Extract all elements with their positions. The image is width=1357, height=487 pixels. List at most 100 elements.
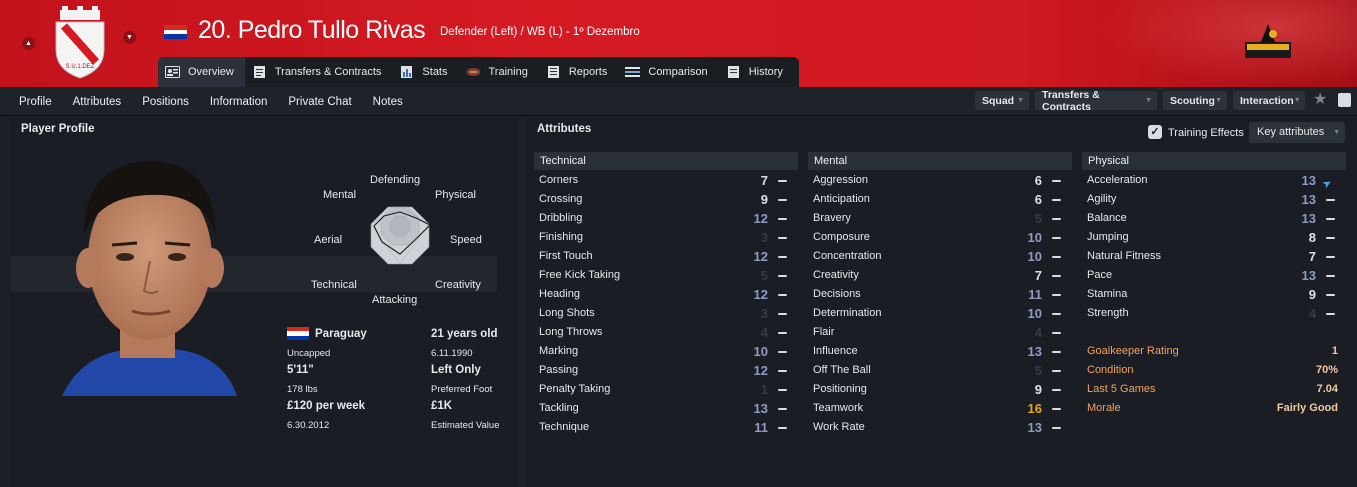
subnav-attributes[interactable]: Attributes [73,96,122,108]
trend-flat-icon [1052,370,1061,372]
attribute-row-teamwork[interactable]: Teamwork 16 [808,399,1072,418]
attribute-row-off-the-ball[interactable]: Off The Ball 5 [808,361,1072,380]
attribute-value: 12 [753,249,768,264]
trend-flat-icon [1052,408,1061,410]
summary-label: Condition [1087,364,1134,376]
attribute-row-technique[interactable]: Technique 11 [534,418,798,437]
attribute-row-work-rate[interactable]: Work Rate 13 [808,418,1072,437]
club-crest-icon[interactable]: S.U.1.DEZ [50,6,110,80]
attribute-row-creativity[interactable]: Creativity 7 [808,266,1072,285]
attribute-row-natural-fitness[interactable]: Natural Fitness 7 [1082,247,1346,266]
training-effects-checkbox[interactable]: ✓ [1148,125,1162,139]
interaction-dropdown[interactable]: Interaction ▼ [1233,91,1305,110]
attribute-row-bravery[interactable]: Bravery 5 [808,209,1072,228]
attribute-name: Finishing [539,231,584,243]
tab-reports[interactable]: Reports [539,57,619,87]
attribute-value: 7 [760,173,768,188]
attribute-row-long-shots[interactable]: Long Shots 3 [534,304,798,323]
attribute-row-agility[interactable]: Agility 13 [1082,190,1346,209]
summary-row-last-5-games: Last 5 Games 7.04 [1082,380,1346,399]
attribute-row-tackling[interactable]: Tackling 13 [534,399,798,418]
comparison-icon [625,67,641,77]
attribute-row-acceleration[interactable]: Acceleration 13 ➤ [1082,171,1346,192]
attribute-row-stamina[interactable]: Stamina 9 [1082,285,1346,304]
attribute-row-composure[interactable]: Composure 10 [808,228,1072,247]
attribute-row-aggression[interactable]: Aggression 6 [808,171,1072,190]
tab-transfers-contracts[interactable]: Transfers & Contracts [245,57,393,87]
attribute-value: 1 [760,382,768,397]
trend-flat-icon [778,180,787,182]
contract-end: 6.30.2012 [287,420,330,431]
dropdown-label: Interaction [1240,94,1294,107]
attribute-value: 11 [1028,287,1042,302]
summary-row-condition: Condition 70% [1082,361,1346,380]
attribute-value: 12 [753,287,768,302]
notes-icon[interactable] [1338,93,1351,107]
attribute-row-long-throws[interactable]: Long Throws 4 [534,323,798,342]
attribute-row-finishing[interactable]: Finishing 3 [534,228,798,247]
attribute-row-jumping[interactable]: Jumping 8 [1082,228,1346,247]
attribute-row-positioning[interactable]: Positioning 9 [808,380,1072,399]
attribute-row-passing[interactable]: Passing 12 [534,361,798,380]
key-attributes-dropdown[interactable]: Key attributes ▼ [1249,122,1345,143]
attribute-row-heading[interactable]: Heading 12 [534,285,798,304]
attribute-name: Positioning [813,383,867,395]
tab-stats[interactable]: Stats [392,57,458,87]
favourite-star-icon[interactable]: ★ [1313,92,1327,108]
attribute-row-corners[interactable]: Corners 7 [534,171,798,190]
tab-training[interactable]: Training [459,57,539,87]
attribute-row-first-touch[interactable]: First Touch 12 [534,247,798,266]
attribute-row-anticipation[interactable]: Anticipation 6 [808,190,1072,209]
trend-flat-icon [1052,275,1061,277]
trend-flat-icon [778,294,787,296]
dropdown-label: Scouting [1170,94,1215,107]
attribute-row-concentration[interactable]: Concentration 10 [808,247,1072,266]
attribute-row-marking[interactable]: Marking 10 [534,342,798,361]
summary-row-goalkeeper-rating: Goalkeeper Rating 1 [1082,342,1346,361]
squad-dropdown[interactable]: Squad ▼ [975,91,1029,110]
trend-flat-icon [1052,218,1061,220]
subnav-positions[interactable]: Positions [142,96,189,108]
player-menu-button[interactable]: ▼ [123,31,136,44]
trend-flat-icon [1052,237,1061,239]
attribute-row-flair[interactable]: Flair 4 [808,323,1072,342]
subnav-profile[interactable]: Profile [19,96,52,108]
trend-flat-icon [778,256,787,258]
summary-value: 7.04 [1316,383,1338,395]
attribute-row-determination[interactable]: Determination 10 [808,304,1072,323]
player-photo [62,161,237,396]
attribute-name: Crossing [539,193,583,205]
attribute-value: 12 [753,363,768,378]
attribute-value: 13 [1301,192,1316,207]
subnav-information[interactable]: Information [210,96,268,108]
attribute-row-penalty-taking[interactable]: Penalty Taking 1 [534,380,798,399]
attribute-row-decisions[interactable]: Decisions 11 [808,285,1072,304]
radar-label-speed: Speed [450,234,482,246]
attribute-row-influence[interactable]: Influence 13 [808,342,1072,361]
transfers-contracts-dropdown[interactable]: Transfers & Contracts ▼ [1035,89,1157,113]
nationality[interactable]: Paraguay [315,328,367,340]
attribute-row-dribbling[interactable]: Dribbling 12 [534,209,798,228]
attribute-row-strength[interactable]: Strength 4 [1082,304,1346,323]
tab-comparison[interactable]: Comparison [618,57,718,87]
subnav-notes[interactable]: Notes [373,96,403,108]
attribute-row-free-kick-taking[interactable]: Free Kick Taking 5 [534,266,798,285]
tab-label: Transfers & Contracts [274,66,382,78]
previous-player-button[interactable]: ▲ [22,37,35,50]
mental-column: Mental Aggression 6 Anticipation 6 Bravery 5 C… [808,152,1072,437]
trend-flat-icon [1326,199,1335,201]
attribute-name: Decisions [813,288,861,300]
scouting-dropdown[interactable]: Scouting ▼ [1163,91,1227,110]
subnav-private-chat[interactable]: Private Chat [288,96,351,108]
radar-label-defending: Defending [370,174,421,186]
tab-overview[interactable]: Overview [158,57,245,87]
attribute-value: 10 [1027,249,1042,264]
attribute-value: 3 [760,306,768,321]
physical-heading: Physical [1082,152,1346,170]
attribute-row-balance[interactable]: Balance 13 [1082,209,1346,228]
chevron-down-icon: ▼ [1145,97,1152,104]
attribute-row-pace[interactable]: Pace 13 [1082,266,1346,285]
trend-flat-icon [778,351,787,353]
tab-history[interactable]: History [719,57,794,87]
attribute-row-crossing[interactable]: Crossing 9 [534,190,798,209]
